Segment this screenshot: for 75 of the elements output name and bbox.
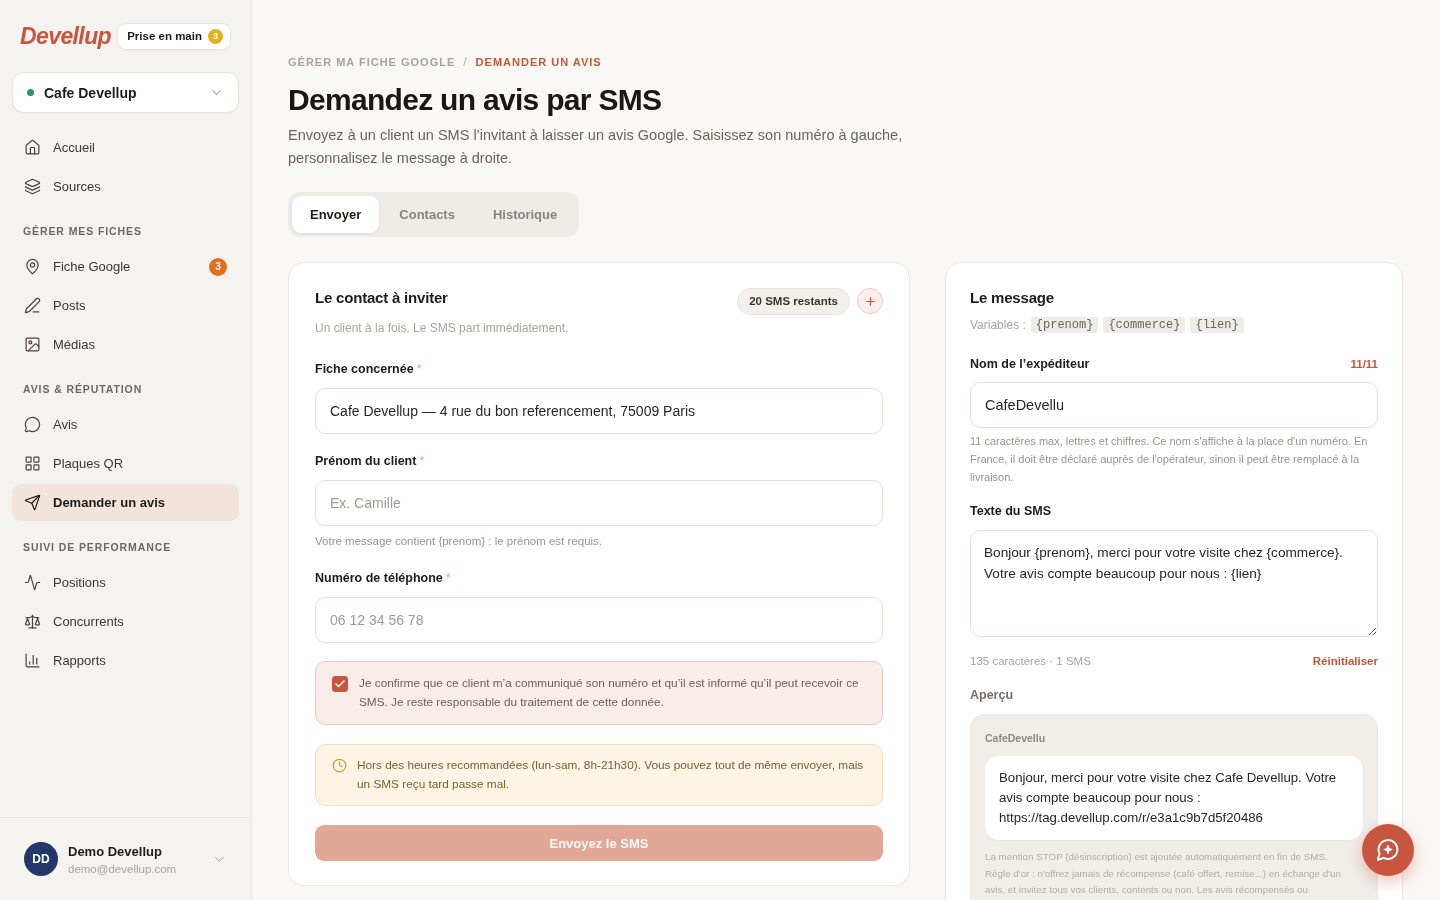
field-label: Numéro de téléphone * [315,570,451,586]
input-field[interactable]: Ex. Camille [315,480,883,526]
plus-icon [863,294,877,308]
scales-icon [24,613,41,630]
pulse-line-icon [24,574,41,591]
home-icon [24,139,41,156]
nav-item[interactable]: Plaques QR [12,445,239,482]
nav-item[interactable]: Demander un avis [12,484,239,521]
field-label: Fiche concernée * [315,361,422,377]
preview-note: La mention STOP (désinscription) est ajoutée automatiquement en fin de SMS. [985,850,1329,864]
variable-chip: {lien} [1190,317,1244,333]
sms-credits-pill: 20 SMS restants [737,287,850,315]
field-label: Prénom du client * [315,453,425,469]
message-bubble: Bonjour, merci pour votre visite chez Cafe Devellup. Votre avis compte beaucoup pour nous : https://tag.devellup.com/r/e3a1c9b7d5f20486 [985,756,1363,840]
variable-chip: {prenom} [1030,317,1099,333]
input-field[interactable]: 06 12 34 56 78 [315,597,883,643]
chat-bubble-icon [1377,839,1399,861]
nav-item[interactable]: Positions [12,564,239,601]
checkmark-icon [334,678,346,690]
map-pin-icon [24,258,41,275]
nav-item[interactable]: Concurrents [12,603,239,640]
image-icon [24,336,41,353]
sms-text-field[interactable]: Bonjour {prenom}, merci pour votre visite chez {commerce}. Votre avis compte beaucoup pour nous : {lien} [970,530,1378,637]
card-title: Le contact à inviter [315,288,448,308]
breadcrumb-separator: / [463,55,468,69]
character-counter: 11/11 [1350,358,1378,370]
nav-item[interactable]: Accueil [12,129,239,166]
variables-label: Variables : [970,318,1026,332]
card-subtitle: Un client à la fois. Le SMS part immédiatement. [315,320,569,336]
paper-plane-icon [24,494,41,511]
breadcrumb-current: DEMANDER UN AVIS [475,55,602,69]
field-hint: Votre message contient {prenom} : le prénom est requis. [315,534,604,549]
layers-icon [24,178,41,195]
nav-section-heading: SUIVI DE PERFORMANCE [22,540,173,554]
input-field[interactable]: Cafe Devellup — 4 rue du bon referencement, 75009 Paris [315,388,883,434]
bar-chart-icon [24,652,41,669]
consent-text: Je confirme que ce client m’a communiqué son numéro et qu’il est informé qu’il peut recevoir ce SMS. Je reste responsable du traitement de cette donnée. [359,675,860,711]
user-avatar: DD [24,842,58,876]
nav-item[interactable]: Rapports [12,642,239,679]
onboarding-button[interactable]: Prise en main 3 [117,22,231,50]
sender-name-field[interactable]: CafeDevellu [970,382,1378,428]
user-name: Demo Devellup [68,843,163,859]
count-badge: 3 [208,28,223,44]
speech-bubble-icon [24,416,41,433]
pen-icon [24,297,41,314]
nav-item[interactable]: Fiche Google 3 [12,248,239,285]
add-button[interactable] [857,288,883,314]
nav-item[interactable]: Posts [12,287,239,324]
preview-label: Aperçu [970,687,1014,703]
reset-link[interactable]: Réinitialiser [1312,655,1378,667]
variable-chip: {commerce} [1103,317,1186,333]
nav-item[interactable]: Avis [12,406,239,443]
page-description: Envoyez à un client un SMS l’invitant à laisser un avis Google. Saisissez son numéro à gauche, personnalisez le message à droite. [288,126,904,168]
nav-item[interactable]: Sources [12,168,239,205]
user-email: demo@devellup.com [68,862,177,875]
preview-note: Règle d'or : n'offrez jamais de récompense (café offert, remise...) en échange d'un avis, et invitez tous vos clients, contents ou non. Les avis récompensés ou [985,867,1342,897]
warning-text: Hors des heures recommandées (lun-sam, 8h-21h30). Vous pouvez tout de même envoyer, mais un SMS reçu tard passe mal. [357,757,865,793]
card-title: Le message [970,288,1054,308]
nav-section-heading: AVIS & RÉPUTATION [22,382,144,396]
page-title: Demandez un avis par SMS [288,82,662,118]
business-selector[interactable]: Cafe Devellup [12,72,239,113]
brand-logo: Devellup [20,22,112,50]
character-count: 135 caractères · 1 SMS [970,654,1091,669]
grid-icon [24,455,41,472]
field-hint: 11 caractères max, lettres et chiffres. Ce nom s'affiche à la place d'un numéro. En France, il doit être déclaré auprès de l'opérateur, sinon il peut être remplacé à la livraison. [970,434,1369,485]
nav-section-heading: GÉRER MES FICHES [22,224,143,238]
status-dot-icon [27,89,34,96]
field-label: Texte du SMS [970,503,1052,519]
count-badge: 3 [209,257,227,276]
consent-checkbox[interactable] [332,676,348,692]
preview-sender: CafeDevellu [985,731,1046,745]
tab[interactable]: Envoyer [292,196,380,233]
clock-icon [332,758,347,773]
field-label: Nom de l’expéditeur [970,356,1090,372]
nav-item[interactable]: Médias [12,326,239,363]
